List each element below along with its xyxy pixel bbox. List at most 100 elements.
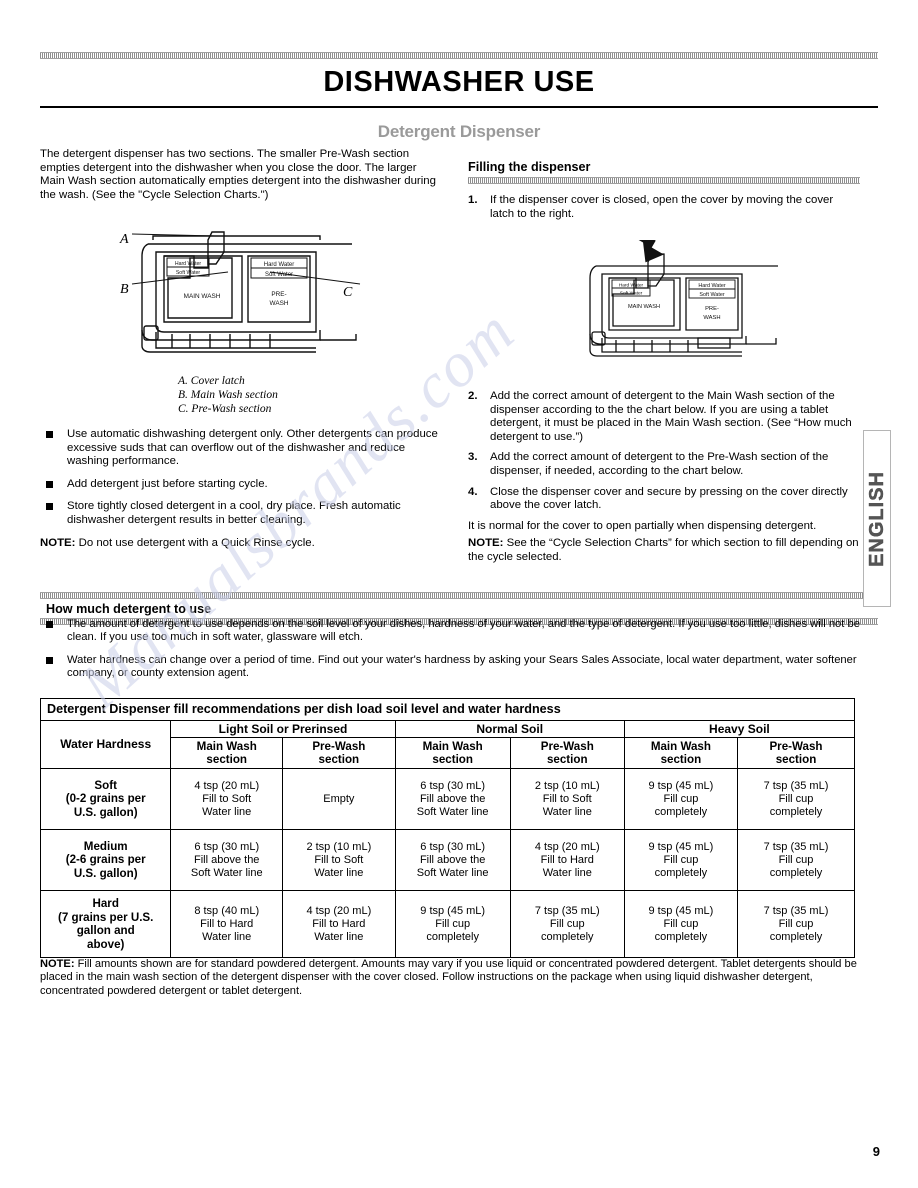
dispenser-diagram-latch: Hard Water Soft Water Hard Water Soft Wa… — [589, 240, 778, 357]
left-note: NOTE: Do not use detergent with a Quick … — [40, 537, 440, 551]
svg-text:MAIN WASH: MAIN WASH — [184, 293, 221, 300]
step-number: 4. — [468, 485, 478, 498]
cell: 4 tsp (20 mL) Fill to Soft Water line — [170, 768, 284, 831]
bullet-text: Add detergent just before starting cycle… — [67, 477, 268, 490]
right-column-steps: 1. If the dispenser cover is closed, ope… — [468, 194, 860, 228]
sub-header-pre-wash-3: Pre-Wash section — [736, 737, 856, 770]
step-number: 3. — [468, 451, 478, 464]
bullet-text: The amount of detergent to use depends o… — [67, 618, 860, 644]
cell: 8 tsp (40 mL) Fill to Hard Water line — [170, 890, 284, 959]
callout-b-label: B — [120, 282, 129, 297]
square-bullet-icon — [46, 621, 53, 628]
language-side-tab: ENGLISH — [863, 430, 891, 607]
list-item: Use automatic dishwashing detergent only… — [40, 428, 440, 469]
svg-text:Soft Water: Soft Water — [176, 270, 201, 276]
callout-c-label: C — [343, 285, 353, 300]
svg-text:Soft Water: Soft Water — [699, 292, 724, 298]
cell: 4 tsp (20 mL) Fill to Hard Water line — [282, 890, 396, 959]
sub-header-pre-wash-1: Pre-Wash section — [282, 737, 396, 770]
group-header-normal-soil: Normal Soil — [394, 719, 625, 739]
row-label-line: Medium — [83, 840, 128, 854]
bullet-text: Use automatic dishwashing detergent only… — [67, 428, 438, 468]
page-number: 9 — [872, 1144, 880, 1159]
note-text: Do not use detergent with a Quick Rinse … — [75, 536, 315, 549]
note-text: See the “Cycle Selection Charts” for whi… — [468, 537, 859, 563]
svg-text:WASH: WASH — [270, 300, 289, 307]
top-decorative-rule — [40, 52, 878, 59]
svg-text:Hard Water: Hard Water — [175, 261, 202, 267]
cell: 9 tsp (45 mL) Fill cup completely — [623, 829, 738, 892]
cell: 7 tsp (35 mL) Fill cup completely — [736, 890, 856, 959]
row-label-hard: Hard (7 grains per U.S. gallon and above… — [39, 890, 172, 959]
row-label-line: (0-2 grains per — [65, 792, 146, 806]
left-bullet-list: Use automatic dishwashing detergent only… — [40, 428, 440, 550]
note-text: Fill amounts shown are for standard powd… — [40, 958, 857, 997]
diagram-caption-c: C. Pre-Wash section — [178, 403, 272, 415]
row-label-medium: Medium (2-6 grains per U.S. gallon) — [39, 829, 172, 892]
callout-a-label: A — [120, 232, 129, 247]
table-group-header-row: Water Hardness Light Soil or Prerinsed N… — [39, 719, 856, 770]
table-row: Soft (0-2 grains per U.S. gallon) 4 tsp … — [39, 768, 856, 831]
note-label: NOTE: — [40, 536, 76, 549]
step-text: Close the dispenser cover and secure by … — [490, 485, 848, 512]
cell: 6 tsp (30 mL) Fill above the Soft Water … — [394, 829, 511, 892]
cell: 7 tsp (35 mL) Fill cup completely — [736, 829, 856, 892]
square-bullet-icon — [46, 503, 53, 511]
group-header-light-soil: Light Soil or Prerinsed — [170, 719, 396, 739]
cell: 6 tsp (30 mL) Fill above the Soft Water … — [394, 768, 511, 831]
row-label-line: U.S. gallon) — [73, 866, 138, 880]
row-label-line: Hard — [92, 897, 119, 911]
row-label-line: (7 grains per U.S. — [58, 910, 154, 924]
section-subtitle: Detergent Dispenser — [377, 122, 541, 141]
column-header-water-hardness: Water Hardness — [39, 719, 172, 770]
list-item: 3. Add the correct amount of detergent t… — [468, 451, 860, 478]
step-text: Add the correct amount of detergent to t… — [490, 451, 829, 477]
filling-section-header: Filling the dispenser — [468, 160, 860, 184]
howmuch-bullet-list: The amount of detergent to use depends o… — [40, 618, 878, 690]
svg-text:Soft Water: Soft Water — [620, 291, 643, 297]
row-label-line: U.S. gallon) — [73, 805, 138, 819]
svg-text:WASH: WASH — [703, 315, 720, 321]
title-underline — [40, 106, 878, 108]
section-rule-top — [40, 592, 878, 599]
diagram-caption-b: B. Main Wash section — [178, 389, 278, 401]
language-side-tab-label: ENGLISH — [865, 470, 888, 567]
detergent-fill-table: Detergent Dispenser fill recommendations… — [39, 698, 856, 959]
page-title: DISHWASHER USE — [323, 66, 595, 98]
list-item: 2. Add the correct amount of detergent t… — [468, 390, 860, 444]
row-label-line: (2-6 grains per — [65, 853, 146, 867]
cell: 9 tsp (45 mL) Fill cup completely — [623, 768, 738, 831]
right-column-steps-rest: 2. Add the correct amount of detergent t… — [468, 390, 860, 565]
cell: Empty — [282, 768, 396, 831]
list-item: Store tightly closed detergent in a cool… — [40, 500, 440, 527]
cell: 2 tsp (10 mL) Fill to Soft Water line — [282, 829, 396, 892]
svg-text:PRE-: PRE- — [271, 291, 286, 298]
list-item: 4. Close the dispenser cover and secure … — [468, 486, 860, 513]
left-column: The detergent dispenser has two sections… — [40, 148, 438, 206]
bullet-text: Water hardness can change over a period … — [67, 653, 857, 680]
filling-section-title: Filling the dispenser — [468, 160, 591, 174]
step-text: Add the correct amount of detergent to t… — [490, 390, 852, 443]
svg-text:Hard Water: Hard Water — [619, 283, 644, 289]
note-label: NOTE: — [468, 537, 504, 550]
right-note: NOTE: See the “Cycle Selection Charts” f… — [468, 537, 860, 564]
dispenser-diagram-open: Hard Water Soft Water Hard Water Soft Wa… — [131, 231, 361, 353]
table-row: Hard (7 grains per U.S. gallon and above… — [39, 890, 856, 959]
intro-paragraph: The detergent dispenser has two sections… — [40, 148, 436, 201]
sub-header-main-wash-2: Main Wash section — [394, 737, 511, 770]
svg-text:Hard Water: Hard Water — [264, 262, 294, 268]
cell: 9 tsp (45 mL) Fill cup completely — [394, 890, 511, 959]
cell: 2 tsp (10 mL) Fill to Soft Water line — [509, 768, 625, 831]
step-text: If the dispenser cover is closed, open t… — [490, 194, 834, 220]
list-item: Water hardness can change over a period … — [40, 654, 878, 681]
bullet-text: Store tightly closed detergent in a cool… — [67, 500, 401, 526]
cell: 7 tsp (35 mL) Fill cup completely — [509, 890, 625, 959]
group-header-heavy-soil: Heavy Soil — [623, 719, 856, 739]
table-caption: Detergent Dispenser fill recommendations… — [40, 698, 855, 721]
step-number: 1. — [468, 194, 478, 206]
row-label-soft: Soft (0-2 grains per U.S. gallon) — [39, 768, 172, 831]
table-caption-row: Detergent Dispenser fill recommendations… — [40, 698, 855, 721]
diagram-caption-a: A. Cover latch — [178, 375, 245, 387]
cell: 7 tsp (35 mL) Fill cup completely — [736, 768, 856, 831]
row-label-line: Soft — [94, 779, 117, 793]
